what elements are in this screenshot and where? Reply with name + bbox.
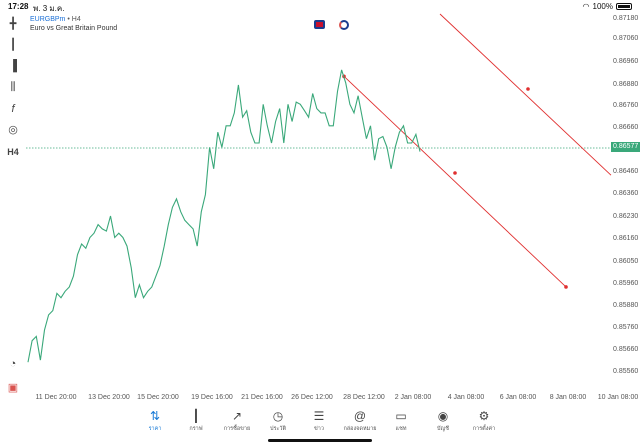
home-indicator [268,439,372,442]
nav-label: การตั้งค่า [472,426,496,432]
time-tick-label: 4 Jan 08:00 [447,394,485,401]
nav-item-news[interactable]: ☰ ข่าว [299,409,339,433]
time-tick-label: 28 Dec 12:00 [343,394,385,401]
trendline-upper [439,13,612,176]
trendline-anchor-point [564,285,568,289]
price-tick-label: 0.85560 [613,368,639,375]
time-tick-label: 13 Dec 20:00 [88,394,130,401]
gear-icon: ⚙ [478,409,490,423]
history-clock-icon: ◷ [272,409,284,423]
nav-item-chat-bubble[interactable]: ▭ แชท [381,409,421,433]
price-tick-label: 0.85960 [613,280,639,287]
nav-label: กราฟ [189,426,203,432]
time-tick-label: 21 Dec 16:00 [241,394,283,401]
price-tick-label: 0.86460 [613,168,639,175]
trendline-anchor-point [526,87,530,91]
price-series-line [27,69,421,363]
time-tick-label: 26 Dec 12:00 [291,394,333,401]
time-axis: 11 Dec 20:00 13 Dec 20:00 15 Dec 20:00 19 D… [0,392,640,404]
price-tick-label: 0.86230 [613,213,639,220]
time-tick-label: 6 Jan 08:00 [499,394,537,401]
trade-chart-icon: ↗ [231,409,243,423]
current-price-badge: 0.86577 [611,142,640,152]
quotes-arrows-icon: ⇅ [149,409,161,423]
nav-item-chart-candles[interactable]: ┃ กราฟ [176,409,216,433]
trendline-anchor-point [453,171,457,175]
price-tick-label: 0.87180 [613,15,639,22]
nav-item-account[interactable]: ◉ บัญชี [423,409,463,433]
time-tick-label: 2 Jan 08:00 [394,394,432,401]
price-tick-label: 0.85880 [613,302,639,309]
price-tick-label: 0.86760 [613,102,639,109]
time-tick-label: 10 Jan 08:00 [597,394,639,401]
time-tick-label: 15 Dec 20:00 [137,394,179,401]
nav-label: ราคา [148,426,162,432]
price-tick-label: 0.86360 [613,190,639,197]
price-tick-label: 0.86880 [613,81,639,88]
time-tick-label: 8 Jan 08:00 [549,394,587,401]
nav-item-trade-chart[interactable]: ↗ การซื้อขาย [217,409,257,433]
time-tick-label: 19 Dec 16:00 [191,394,233,401]
news-icon: ☰ [313,409,325,423]
trendlines [342,13,612,289]
nav-item-gear[interactable]: ⚙ การตั้งค่า [464,409,504,433]
account-icon: ◉ [437,409,449,423]
nav-item-history-clock[interactable]: ◷ ประวัติ [258,409,298,433]
chart-candles-icon: ┃ [192,409,200,423]
chat-bubble-icon: ▭ [395,409,407,423]
nav-label: กล่องจดหมาย [343,426,377,432]
nav-label: ข่าว [314,426,324,432]
nav-label: แชท [395,426,407,432]
time-tick-label: 11 Dec 20:00 [35,394,77,401]
mail-at-icon: @ [353,409,367,423]
price-tick-label: 0.86050 [613,258,639,265]
nav-item-quotes-arrows[interactable]: ⇅ ราคา [135,409,175,433]
price-chart[interactable] [0,0,640,400]
nav-label: การซื้อขาย [223,426,251,432]
price-tick-label: 0.85760 [613,324,639,331]
trendline-lower [343,76,567,288]
price-tick-label: 0.86660 [613,124,639,131]
price-tick-label: 0.85660 [613,346,639,353]
nav-label: บัญชี [437,426,449,432]
price-axis: 0.87180 0.87060 0.86960 0.86880 0.86760 0.866… [611,0,640,400]
nav-item-mail-at[interactable]: @ กล่องจดหมาย [340,409,380,433]
price-tick-label: 0.86160 [613,235,639,242]
price-tick-label: 0.87060 [613,35,639,42]
price-tick-label: 0.86960 [613,58,639,65]
nav-label: ประวัติ [269,426,287,432]
